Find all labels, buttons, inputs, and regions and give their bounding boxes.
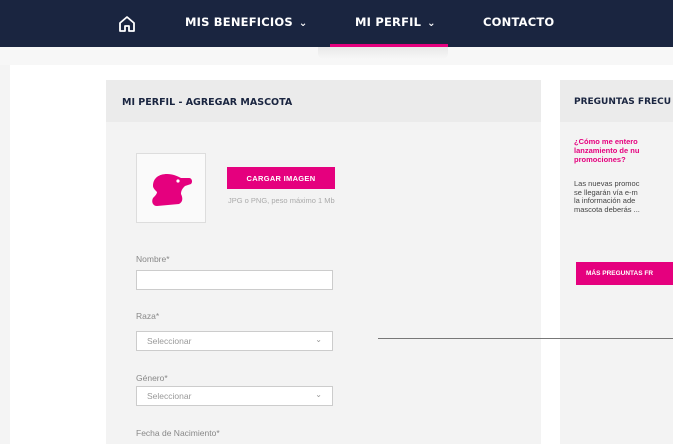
upload-image-button[interactable]: CARGAR IMAGEN xyxy=(227,167,335,189)
name-label: Nombre* xyxy=(136,254,170,264)
upload-hint: JPG o PNG, peso máximo 1 Mb xyxy=(228,196,335,205)
birth-date-label: Fecha de Nacimiento* xyxy=(136,428,220,438)
name-input[interactable] xyxy=(136,270,333,290)
faq-title: PREGUNTAS FRECU xyxy=(574,97,672,107)
pet-avatar[interactable] xyxy=(136,153,206,223)
nav-item-contacto[interactable]: CONTACTO xyxy=(483,15,554,29)
chevron-down-icon: ⌄ xyxy=(298,18,308,29)
gender-select-value: Seleccionar xyxy=(147,391,192,401)
home-icon[interactable] xyxy=(117,14,137,34)
breed-select-value: Seleccionar xyxy=(147,336,192,346)
nav-item-label: CONTACTO xyxy=(483,15,555,29)
faq-answer: Las nuevas promoc se llegarán vía e-m la… xyxy=(574,179,640,214)
page-title: MI PERFIL - AGREGAR MASCOTA xyxy=(122,97,293,108)
gender-select[interactable]: Seleccionar ⌄ xyxy=(136,386,333,406)
nav-item-label: MIS BENEFICIOS xyxy=(185,15,293,29)
add-pet-panel: MI PERFIL - AGREGAR MASCOTA CARGAR IMAGE… xyxy=(106,80,541,444)
left-gutter xyxy=(0,65,10,444)
chevron-down-icon: ⌄ xyxy=(427,18,436,29)
chevron-down-icon: ⌄ xyxy=(315,390,322,399)
faq-sidebar: PREGUNTAS FRECU ¿Cómo me entero lanzamie… xyxy=(560,80,673,444)
nav-item-mis-beneficios[interactable]: MIS BENEFICIOS ⌄ xyxy=(185,15,307,29)
gender-label: Género* xyxy=(136,373,168,383)
more-questions-button[interactable]: MÁS PREGUNTAS FR xyxy=(576,262,673,285)
panel-header: MI PERFIL - AGREGAR MASCOTA xyxy=(106,80,541,122)
dog-icon xyxy=(152,174,193,206)
nav-item-mi-perfil[interactable]: MI PERFIL ⌄ xyxy=(355,15,436,29)
nav-shadow xyxy=(0,47,673,65)
faq-header: PREGUNTAS FRECU xyxy=(560,80,673,122)
nav-item-label: MI PERFIL xyxy=(355,15,422,29)
active-tab-shadow xyxy=(318,47,448,59)
faq-question[interactable]: ¿Cómo me entero lanzamiento de nu promoc… xyxy=(574,137,639,164)
divider-line xyxy=(378,338,673,339)
breed-label: Raza* xyxy=(136,311,160,321)
chevron-down-icon: ⌄ xyxy=(315,335,322,344)
breed-select[interactable]: Seleccionar ⌄ xyxy=(136,331,333,351)
top-navbar: MIS BENEFICIOS ⌄ MI PERFIL ⌄ CONTACTO xyxy=(0,0,673,47)
